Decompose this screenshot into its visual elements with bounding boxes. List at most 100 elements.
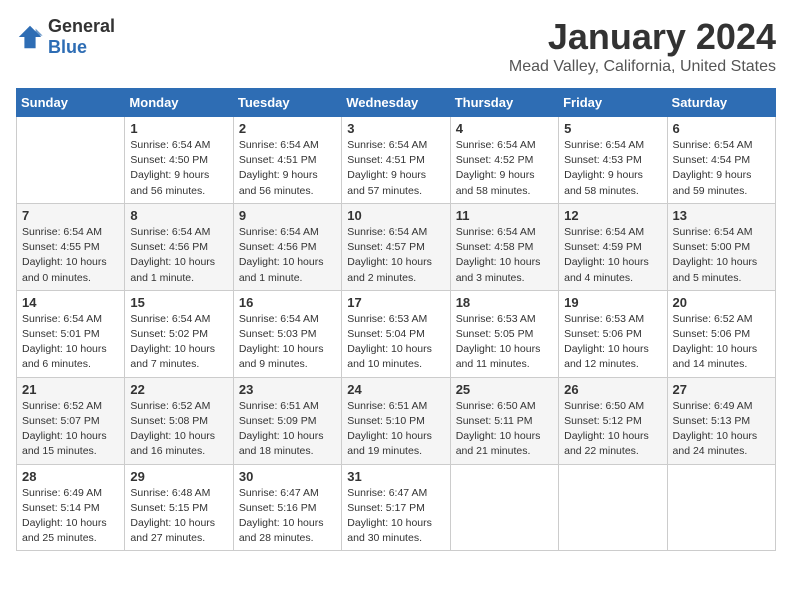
day-info: Sunrise: 6:49 AMSunset: 5:14 PMDaylight:… bbox=[22, 486, 119, 547]
week-row-5: 28 Sunrise: 6:49 AMSunset: 5:14 PMDayligh… bbox=[17, 464, 776, 551]
weekday-header-row: SundayMondayTuesdayWednesdayThursdayFrid… bbox=[17, 89, 776, 117]
weekday-header-saturday: Saturday bbox=[667, 89, 775, 117]
day-number: 17 bbox=[347, 295, 444, 310]
calendar-cell: 16Sunrise: 6:54 AMSunset: 5:03 PMDayligh… bbox=[233, 290, 341, 377]
day-info: Sunrise: 6:54 AMSunset: 4:56 PMDaylight:… bbox=[239, 225, 336, 286]
calendar-cell: 1Sunrise: 6:54 AMSunset: 4:50 PMDaylight… bbox=[125, 117, 233, 204]
day-info: Sunrise: 6:49 AMSunset: 5:13 PMDaylight:… bbox=[673, 399, 770, 460]
day-number: 14 bbox=[22, 295, 119, 310]
day-number: 18 bbox=[456, 295, 553, 310]
calendar-cell: 17 Sunrise: 6:53 AMSunset: 5:04 PMDayligh… bbox=[342, 290, 450, 377]
day-info: Sunrise: 6:54 AMSunset: 4:59 PMDaylight:… bbox=[564, 225, 661, 286]
day-info: Sunrise: 6:54 AMSunset: 5:00 PMDaylight:… bbox=[673, 225, 770, 286]
day-number: 25 bbox=[456, 382, 553, 397]
calendar-cell: 25 Sunrise: 6:50 AMSunset: 5:11 PMDayligh… bbox=[450, 377, 558, 464]
calendar-cell: 7Sunrise: 6:54 AMSunset: 4:55 PMDaylight… bbox=[17, 203, 125, 290]
calendar-cell: 6 Sunrise: 6:54 AMSunset: 4:54 PMDaylight… bbox=[667, 117, 775, 204]
day-number: 23 bbox=[239, 382, 336, 397]
calendar-cell: 14 Sunrise: 6:54 AMSunset: 5:01 PMDayligh… bbox=[17, 290, 125, 377]
day-number: 28 bbox=[22, 469, 119, 484]
calendar-cell: 30 Sunrise: 6:47 AMSunset: 5:16 PMDayligh… bbox=[233, 464, 341, 551]
logo-general: General bbox=[48, 16, 115, 36]
calendar-cell: 15 Sunrise: 6:54 AMSunset: 5:02 PMDayligh… bbox=[125, 290, 233, 377]
day-info: Sunrise: 6:53 AMSunset: 5:04 PMDaylight:… bbox=[347, 312, 444, 373]
weekday-header-friday: Friday bbox=[559, 89, 667, 117]
calendar-cell: 21 Sunrise: 6:52 AMSunset: 5:07 PMDayligh… bbox=[17, 377, 125, 464]
day-number: 6 bbox=[673, 121, 770, 136]
day-info: Sunrise: 6:54 AMSunset: 4:53 PMDaylight:… bbox=[564, 138, 661, 199]
day-info: Sunrise: 6:51 AMSunset: 5:09 PMDaylight:… bbox=[239, 399, 336, 460]
calendar-cell: 3 Sunrise: 6:54 AMSunset: 4:51 PMDaylight… bbox=[342, 117, 450, 204]
day-info: Sunrise: 6:54 AMSunset: 4:51 PMDaylight:… bbox=[347, 138, 444, 199]
day-number: 2 bbox=[239, 121, 336, 136]
day-number: 24 bbox=[347, 382, 444, 397]
calendar-cell: 13 Sunrise: 6:54 AMSunset: 5:00 PMDayligh… bbox=[667, 203, 775, 290]
day-info: Sunrise: 6:52 AMSunset: 5:08 PMDaylight:… bbox=[130, 399, 227, 460]
calendar-cell: 23 Sunrise: 6:51 AMSunset: 5:09 PMDayligh… bbox=[233, 377, 341, 464]
logo: General Blue bbox=[16, 16, 115, 58]
day-number: 4 bbox=[456, 121, 553, 136]
day-number: 9 bbox=[239, 208, 336, 223]
calendar-cell: 11 Sunrise: 6:54 AMSunset: 4:58 PMDayligh… bbox=[450, 203, 558, 290]
day-info: Sunrise: 6:54 AMSunset: 4:57 PMDaylight:… bbox=[347, 225, 444, 286]
calendar-cell: 22Sunrise: 6:52 AMSunset: 5:08 PMDayligh… bbox=[125, 377, 233, 464]
calendar-cell: 5Sunrise: 6:54 AMSunset: 4:53 PMDaylight… bbox=[559, 117, 667, 204]
weekday-header-thursday: Thursday bbox=[450, 89, 558, 117]
calendar-cell: 27 Sunrise: 6:49 AMSunset: 5:13 PMDayligh… bbox=[667, 377, 775, 464]
day-number: 19 bbox=[564, 295, 661, 310]
day-info: Sunrise: 6:54 AMSunset: 4:52 PMDaylight:… bbox=[456, 138, 553, 199]
week-row-4: 21 Sunrise: 6:52 AMSunset: 5:07 PMDayligh… bbox=[17, 377, 776, 464]
day-number: 30 bbox=[239, 469, 336, 484]
calendar-cell: 19 Sunrise: 6:53 AMSunset: 5:06 PMDayligh… bbox=[559, 290, 667, 377]
day-info: Sunrise: 6:54 AMSunset: 5:02 PMDaylight:… bbox=[130, 312, 227, 373]
calendar-cell: 29Sunrise: 6:48 AMSunset: 5:15 PMDayligh… bbox=[125, 464, 233, 551]
logo-blue: Blue bbox=[48, 37, 87, 57]
day-number: 15 bbox=[130, 295, 227, 310]
week-row-2: 7Sunrise: 6:54 AMSunset: 4:55 PMDaylight… bbox=[17, 203, 776, 290]
day-number: 20 bbox=[673, 295, 770, 310]
day-info: Sunrise: 6:47 AMSunset: 5:16 PMDaylight:… bbox=[239, 486, 336, 547]
day-info: Sunrise: 6:53 AMSunset: 5:05 PMDaylight:… bbox=[456, 312, 553, 373]
calendar-cell: 31 Sunrise: 6:47 AMSunset: 5:17 PMDayligh… bbox=[342, 464, 450, 551]
day-number: 11 bbox=[456, 208, 553, 223]
day-info: Sunrise: 6:54 AMSunset: 5:01 PMDaylight:… bbox=[22, 312, 119, 373]
day-number: 21 bbox=[22, 382, 119, 397]
day-info: Sunrise: 6:54 AMSunset: 4:54 PMDaylight:… bbox=[673, 138, 770, 199]
day-info: Sunrise: 6:54 AMSunset: 4:58 PMDaylight:… bbox=[456, 225, 553, 286]
calendar-table: SundayMondayTuesdayWednesdayThursdayFrid… bbox=[16, 88, 776, 551]
calendar-cell: 28 Sunrise: 6:49 AMSunset: 5:14 PMDayligh… bbox=[17, 464, 125, 551]
day-number: 29 bbox=[130, 469, 227, 484]
calendar-cell: 20Sunrise: 6:52 AMSunset: 5:06 PMDayligh… bbox=[667, 290, 775, 377]
day-info: Sunrise: 6:53 AMSunset: 5:06 PMDaylight:… bbox=[564, 312, 661, 373]
logo-icon bbox=[16, 23, 44, 51]
calendar-cell: 4 Sunrise: 6:54 AMSunset: 4:52 PMDaylight… bbox=[450, 117, 558, 204]
day-info: Sunrise: 6:52 AMSunset: 5:07 PMDaylight:… bbox=[22, 399, 119, 460]
day-info: Sunrise: 6:51 AMSunset: 5:10 PMDaylight:… bbox=[347, 399, 444, 460]
week-row-3: 14 Sunrise: 6:54 AMSunset: 5:01 PMDayligh… bbox=[17, 290, 776, 377]
calendar-cell: 24 Sunrise: 6:51 AMSunset: 5:10 PMDayligh… bbox=[342, 377, 450, 464]
day-number: 13 bbox=[673, 208, 770, 223]
calendar-cell bbox=[559, 464, 667, 551]
day-number: 8 bbox=[130, 208, 227, 223]
day-number: 3 bbox=[347, 121, 444, 136]
day-number: 12 bbox=[564, 208, 661, 223]
calendar-cell: 12 Sunrise: 6:54 AMSunset: 4:59 PMDayligh… bbox=[559, 203, 667, 290]
calendar-cell: 26Sunrise: 6:50 AMSunset: 5:12 PMDayligh… bbox=[559, 377, 667, 464]
location-title: Mead Valley, California, United States bbox=[509, 58, 776, 76]
day-number: 27 bbox=[673, 382, 770, 397]
calendar-cell bbox=[450, 464, 558, 551]
calendar-cell bbox=[17, 117, 125, 204]
day-info: Sunrise: 6:54 AMSunset: 4:56 PMDaylight:… bbox=[130, 225, 227, 286]
day-number: 26 bbox=[564, 382, 661, 397]
day-info: Sunrise: 6:54 AMSunset: 5:03 PMDaylight:… bbox=[239, 312, 336, 373]
day-number: 10 bbox=[347, 208, 444, 223]
day-info: Sunrise: 6:50 AMSunset: 5:11 PMDaylight:… bbox=[456, 399, 553, 460]
day-number: 31 bbox=[347, 469, 444, 484]
weekday-header-wednesday: Wednesday bbox=[342, 89, 450, 117]
day-info: Sunrise: 6:47 AMSunset: 5:17 PMDaylight:… bbox=[347, 486, 444, 547]
weekday-header-sunday: Sunday bbox=[17, 89, 125, 117]
day-info: Sunrise: 6:54 AMSunset: 4:55 PMDaylight:… bbox=[22, 225, 119, 286]
weekday-header-monday: Monday bbox=[125, 89, 233, 117]
weekday-header-tuesday: Tuesday bbox=[233, 89, 341, 117]
calendar-cell: 18 Sunrise: 6:53 AMSunset: 5:05 PMDayligh… bbox=[450, 290, 558, 377]
